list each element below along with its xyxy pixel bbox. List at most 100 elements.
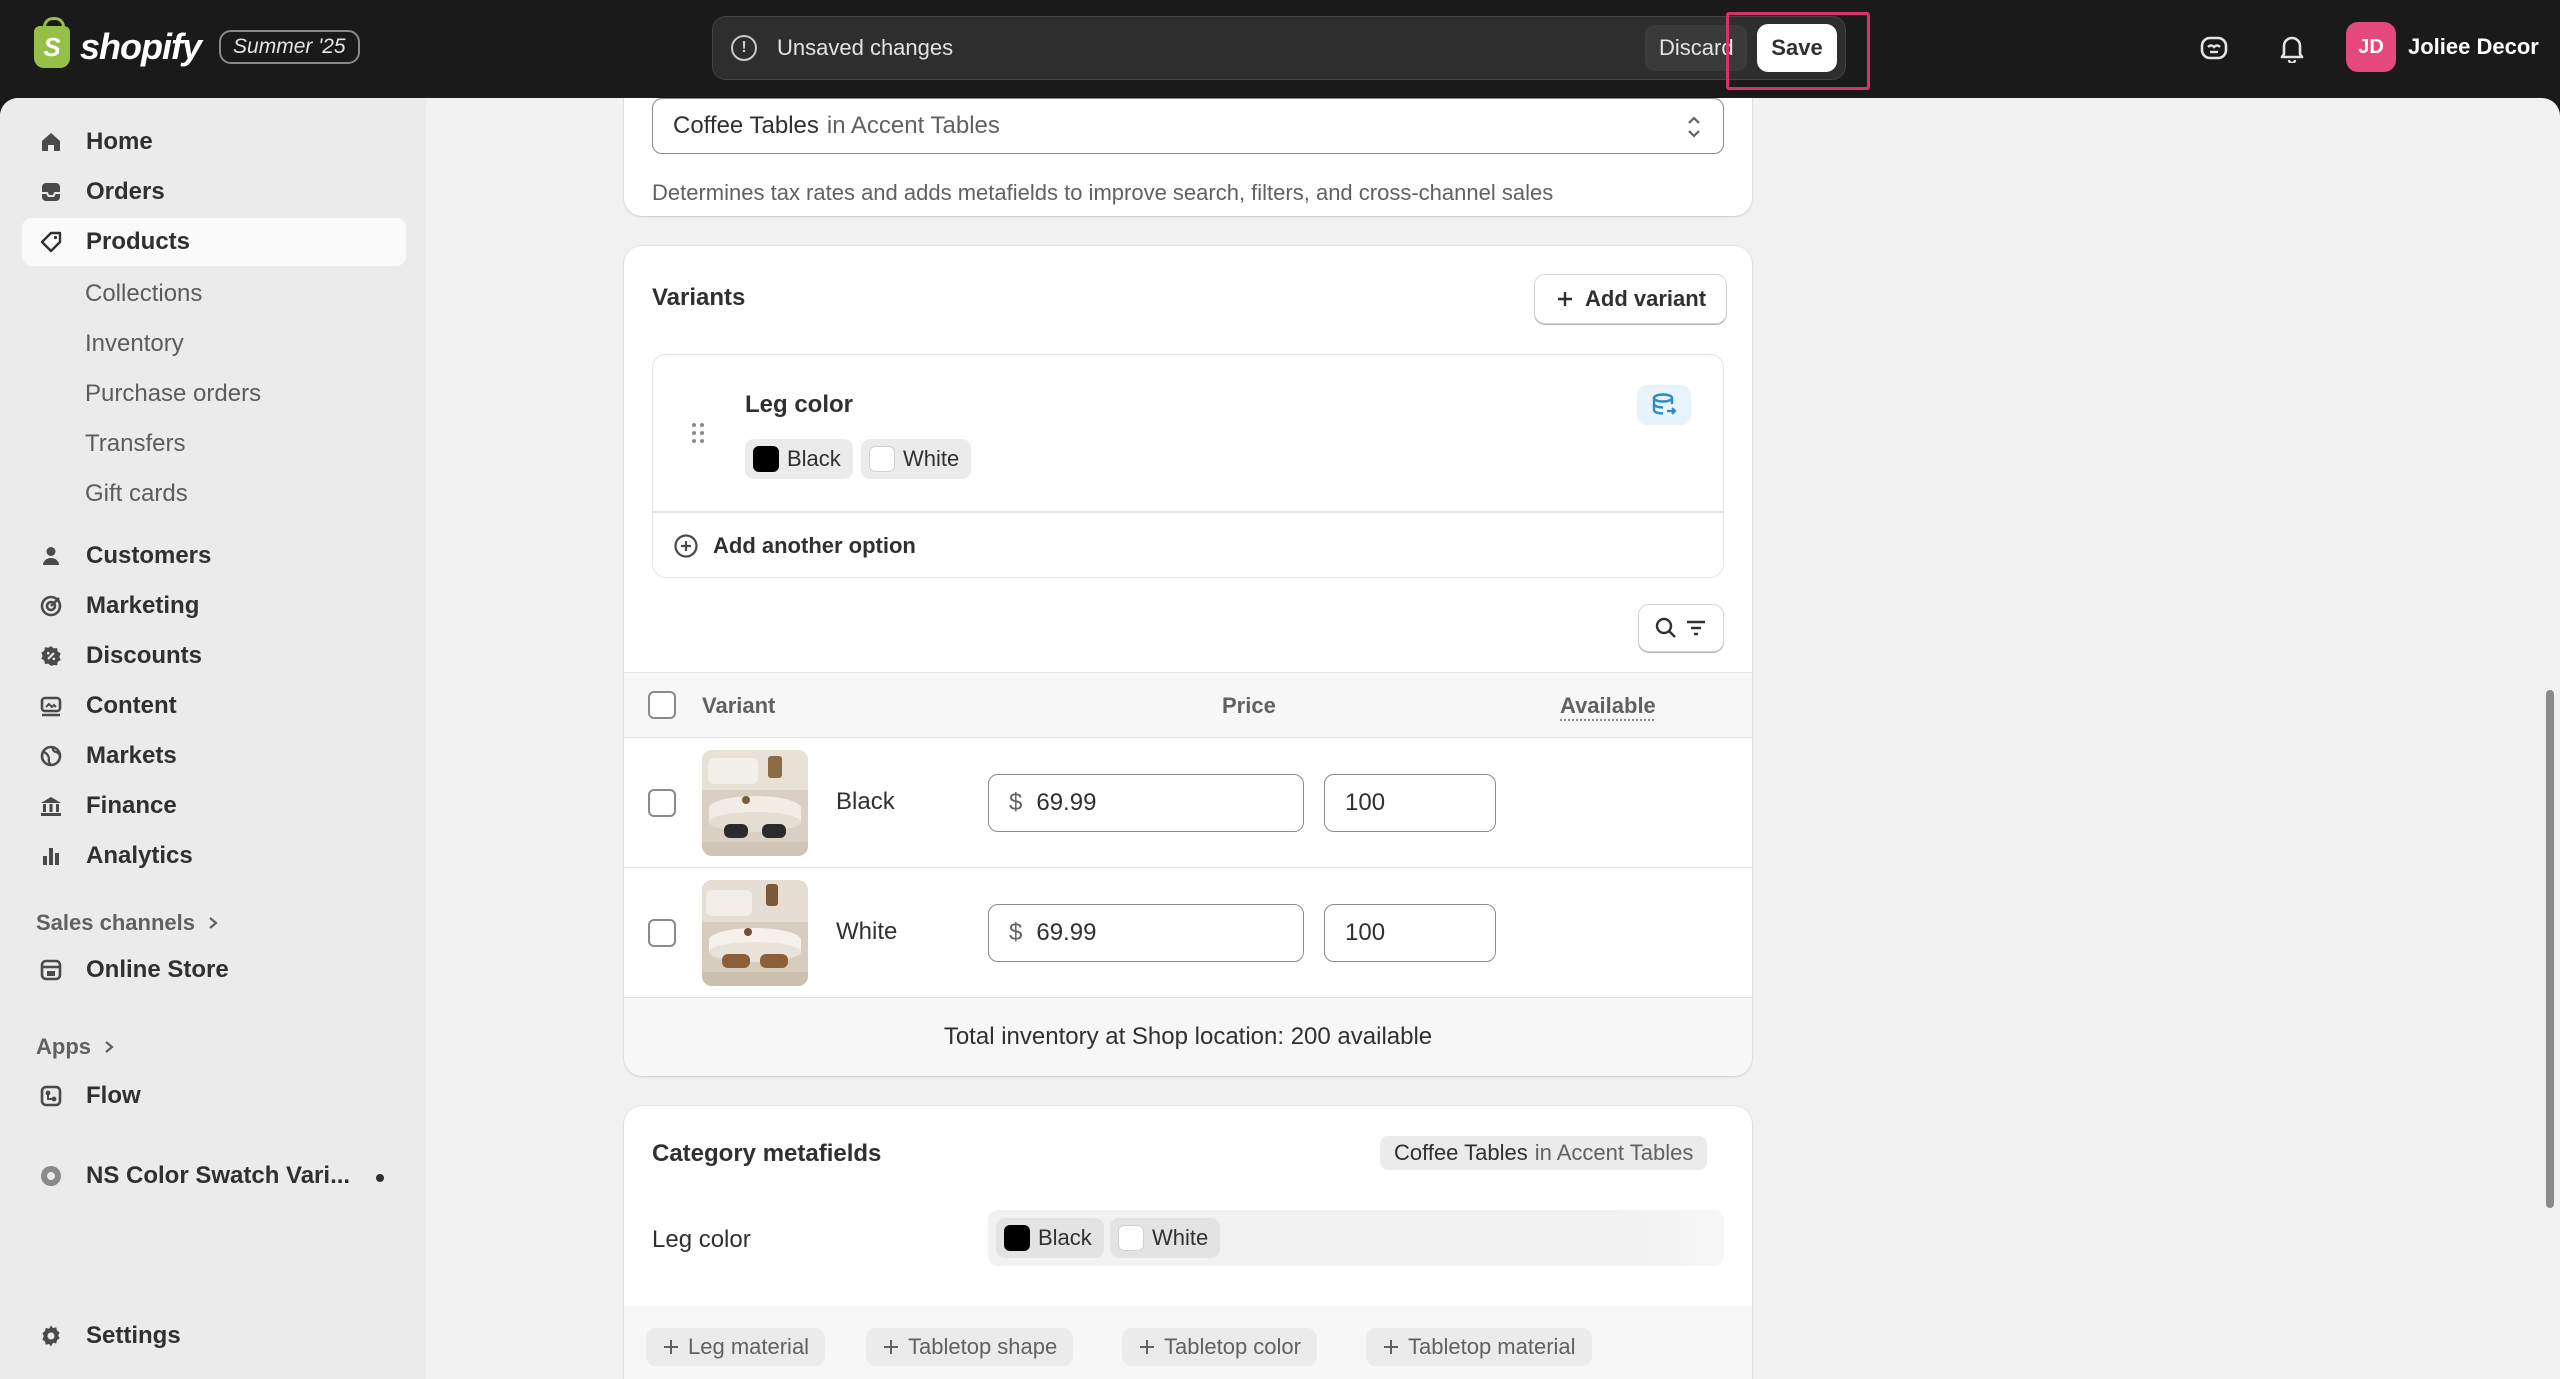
edition-badge[interactable]: Summer '25 <box>219 30 360 64</box>
sidebar-subitem-collections[interactable]: Collections <box>85 280 202 308</box>
available-input[interactable]: 100 <box>1324 774 1496 832</box>
alert-circle-icon: ! <box>731 35 757 61</box>
available-input[interactable]: 100 <box>1324 904 1496 962</box>
sidebar-item-marketing[interactable]: Marketing <box>22 582 406 630</box>
plus-icon <box>664 1340 678 1354</box>
price-input[interactable]: $ 69.99 <box>988 904 1304 962</box>
sidebar-item-label: Settings <box>86 1322 181 1349</box>
save-button[interactable]: Save <box>1757 24 1837 72</box>
user-menu[interactable]: JD Joliee Decor <box>2346 22 2539 72</box>
sidebar-item-label: Marketing <box>86 592 200 619</box>
sales-channels-header[interactable]: Sales channels <box>36 910 219 936</box>
category-helper-text: Determines tax rates and adds metafields… <box>652 180 1554 205</box>
sidebar-item-customers[interactable]: Customers <box>22 532 406 580</box>
sidebar-subitem-purchase-orders[interactable]: Purchase orders <box>85 380 261 408</box>
plus-icon <box>1140 1340 1154 1354</box>
plus-circle-icon <box>674 534 698 558</box>
sidebar-item-label: Home <box>86 128 153 155</box>
add-variant-label: Add variant <box>1585 286 1707 311</box>
drag-handle-icon[interactable] <box>691 421 705 450</box>
row-checkbox[interactable] <box>648 789 676 817</box>
sidebar-item-content[interactable]: Content <box>22 682 406 730</box>
sidebar-item-settings[interactable]: Settings <box>22 1312 406 1360</box>
sidebar-item-label: NS Color Swatch Vari... <box>86 1162 351 1189</box>
table-row[interactable]: White $ 69.99 100 <box>624 868 1752 998</box>
metafield-value-white[interactable]: White <box>1110 1218 1221 1258</box>
add-chip-label: Tabletop color <box>1164 1334 1301 1359</box>
admin-frame: Home Orders Products Collections Invento… <box>0 98 2560 1379</box>
sidebar-item-discounts[interactable]: Discounts <box>22 632 406 680</box>
sidebar-item-label: Finance <box>86 792 177 819</box>
category-parent: in Accent Tables <box>826 112 1000 139</box>
sidebar-item-analytics[interactable]: Analytics <box>22 832 406 880</box>
category-badge: Coffee Tables in Accent Tables <box>1380 1136 1708 1170</box>
row-checkbox[interactable] <box>648 919 676 947</box>
sidebar-item-markets[interactable]: Markets <box>22 732 406 780</box>
sidebar-item-home[interactable]: Home <box>22 118 406 166</box>
option-value-black[interactable]: Black <box>745 439 853 479</box>
add-tabletop-shape-button[interactable]: Tabletop shape <box>866 1328 1074 1366</box>
price-input[interactable]: $ 69.99 <box>988 774 1304 832</box>
sidebar-item-label: Flow <box>86 1082 141 1109</box>
category-select[interactable]: Coffee Tables in Accent Tables <box>652 98 1724 154</box>
shopify-logo[interactable]: S shopify Summer '25 <box>34 17 360 68</box>
total-inventory-footer: Total inventory at Shop location: 200 av… <box>624 998 1752 1076</box>
bell-icon[interactable] <box>2274 30 2310 66</box>
add-variant-button[interactable]: Add variant <box>1534 274 1728 324</box>
add-tabletop-color-button[interactable]: Tabletop color <box>1122 1328 1317 1366</box>
metafield-value-black[interactable]: Black <box>996 1218 1104 1258</box>
table-row[interactable]: Black $ 69.99 100 <box>624 738 1752 868</box>
add-leg-material-button[interactable]: Leg material <box>646 1328 826 1366</box>
color-swatch <box>753 446 779 472</box>
variant-image[interactable] <box>702 750 808 856</box>
add-another-option-button[interactable]: Add another option <box>673 533 916 559</box>
add-tabletop-material-button[interactable]: Tabletop material <box>1366 1328 1592 1366</box>
available-value: 100 <box>1345 789 1386 816</box>
sidebar-item-flow[interactable]: Flow <box>22 1072 406 1120</box>
chevron-right-icon <box>105 1041 114 1053</box>
search-filter-button[interactable] <box>1638 604 1724 652</box>
gear-icon <box>38 1323 64 1349</box>
option-value-white[interactable]: White <box>861 439 972 479</box>
globe-icon <box>38 743 64 769</box>
option-name[interactable]: Leg color <box>745 391 853 419</box>
sidebar-item-finance[interactable]: Finance <box>22 782 406 830</box>
bar-chart-icon <box>38 843 64 869</box>
variant-name[interactable]: White <box>836 918 897 946</box>
select-all-checkbox[interactable] <box>648 691 676 719</box>
metafield-value-field[interactable]: Black White <box>988 1210 1724 1266</box>
sales-channels-label: Sales channels <box>36 910 195 935</box>
sidebar-subitem-gift-cards[interactable]: Gift cards <box>85 480 188 508</box>
category-metafields-card: Category metafields Coffee Tables in Acc… <box>624 1106 1752 1379</box>
sidebar-item-label: Online Store <box>86 956 229 983</box>
variant-image[interactable] <box>702 880 808 986</box>
color-swatch <box>869 446 895 472</box>
sidebar-subitem-inventory[interactable]: Inventory <box>85 330 184 358</box>
sidebar-item-online-store[interactable]: Online Store <box>22 946 406 994</box>
unsaved-changes-bar: ! Unsaved changes Discard Save <box>712 16 1846 80</box>
avatar: JD <box>2346 22 2396 72</box>
column-available[interactable]: Available <box>1560 693 1656 719</box>
apps-header[interactable]: Apps <box>36 1034 115 1060</box>
discard-button[interactable]: Discard <box>1645 25 1747 71</box>
home-icon <box>38 129 64 155</box>
sidebar-item-products[interactable]: Products <box>22 218 406 266</box>
sidekick-icon[interactable] <box>2196 30 2232 66</box>
sidebar-item-ns-color-swatch[interactable]: NS Color Swatch Vari... <box>22 1152 406 1200</box>
store-name: Joliee Decor <box>2408 34 2539 59</box>
brand-wordmark: shopify <box>80 26 202 67</box>
sidebar-item-orders[interactable]: Orders <box>22 168 406 216</box>
search-icon <box>1655 617 1676 638</box>
badge-parent: in Accent Tables <box>1534 1140 1694 1165</box>
add-metafield-row: Leg material Tabletop shape Tabletop col… <box>624 1306 1752 1379</box>
metafields-title: Category metafields <box>652 1140 882 1167</box>
scrollbar-thumb[interactable] <box>2546 690 2554 1208</box>
discount-icon <box>38 643 64 669</box>
target-icon <box>38 593 64 619</box>
metafield-link-button[interactable] <box>1637 385 1691 425</box>
add-chip-label: Leg material <box>688 1334 810 1359</box>
variant-name[interactable]: Black <box>836 788 895 816</box>
sidebar-subitem-transfers[interactable]: Transfers <box>85 430 185 458</box>
plus-icon <box>1558 292 1572 306</box>
currency-prefix: $ <box>1009 919 1023 946</box>
